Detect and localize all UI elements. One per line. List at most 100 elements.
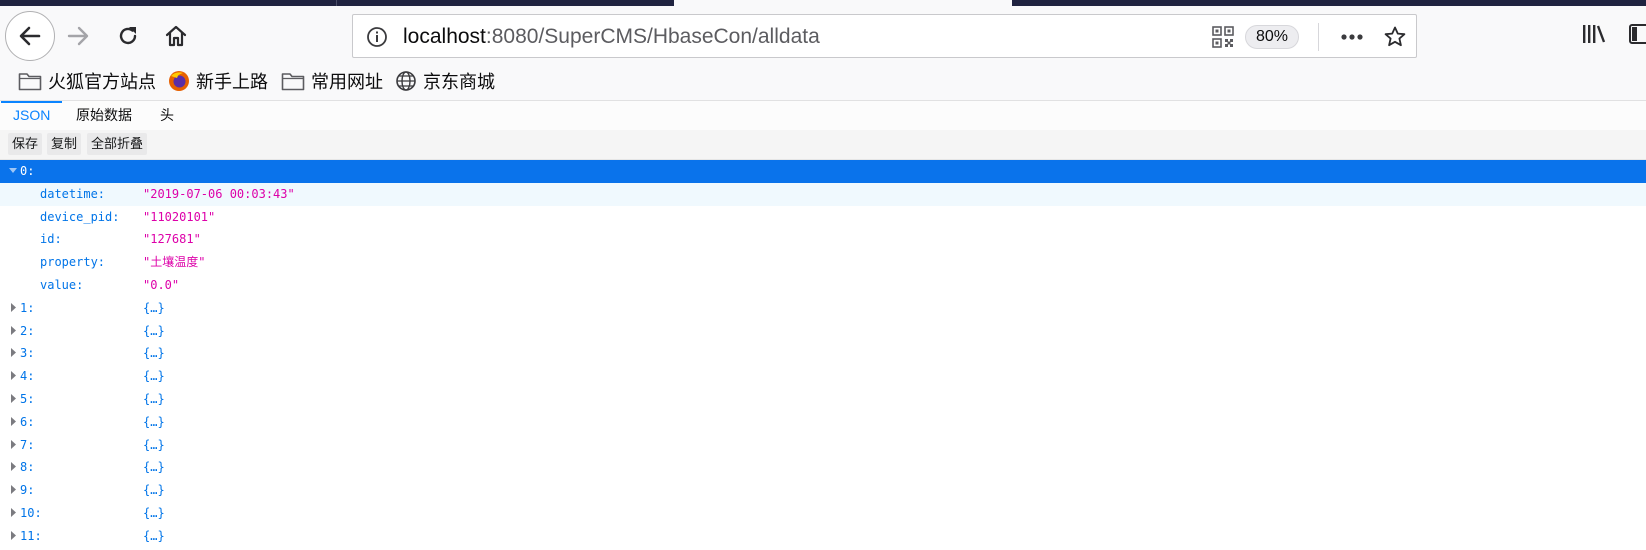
tree-row-expanded[interactable]: 0: [0,160,1646,183]
collapsed-triangle-icon[interactable] [8,297,18,319]
tree-field-row[interactable]: device_pid: "11020101" [0,205,1646,229]
tree-key: 6: [20,414,35,429]
tree-field-row[interactable]: value: "0.0" [0,273,1646,297]
tree-field-row[interactable]: datetime: "2019-07-06 00:03:43" [0,182,1646,206]
tree-row-collapsed[interactable]: 2: {…} [0,320,1646,343]
bookmarks-toolbar: 火狐官方站点 新手上路 常用网址 京东商城 [0,62,1646,101]
url-path: :8080/SuperCMS/HbaseCon/alldata [485,25,820,48]
tree-value: "2019-07-06 00:03:43" [143,186,295,201]
tree-key: property: [40,255,106,270]
json-tree: 0: datetime: "2019-07-06 00:03:43" devic… [0,160,1646,548]
tree-value: "11020101" [143,209,216,224]
tree-value: {…} [143,483,165,498]
more-icon[interactable] [1339,27,1365,47]
reload-icon [119,27,137,45]
tree-value: {…} [143,414,165,429]
tree-row-collapsed[interactable]: 8: {…} [0,456,1646,479]
collapsed-triangle-icon[interactable] [8,502,18,524]
tree-key: 2: [20,323,35,338]
tree-value: {…} [143,346,165,361]
library-icon[interactable] [1581,22,1607,46]
bookmark-label: 新手上路 [196,72,268,92]
tree-value: {…} [143,437,165,452]
bookmark-label: 常用网址 [311,72,383,92]
bookmark-jd-mall[interactable]: 京东商城 [395,66,495,96]
bookmark-folder-common-sites[interactable]: 常用网址 [281,66,383,96]
bookmark-getting-started[interactable]: 新手上路 [168,66,268,96]
url-bar[interactable]: localhost:8080/SuperCMS/HbaseCon/alldata… [352,14,1417,58]
tab-raw-data[interactable]: 原始数据 [76,101,132,130]
reload-button[interactable] [110,18,146,54]
zoom-level-button[interactable]: 80% [1245,25,1300,49]
tree-key: 3: [20,346,35,361]
tree-row-collapsed[interactable]: 10: {…} [0,502,1646,525]
tree-value: {…} [143,391,165,406]
home-button[interactable] [158,18,194,54]
tree-field-row[interactable]: property: "土壤温度" [0,251,1646,274]
home-icon [165,25,187,47]
tree-row-collapsed[interactable]: 4: {…} [0,365,1646,388]
tree-value: "0.0" [143,277,180,292]
collapse-all-button[interactable]: 全部折叠 [87,133,148,155]
info-icon[interactable] [365,25,389,49]
qr-code-icon[interactable] [1212,26,1234,48]
navigation-toolbar: localhost:8080/SuperCMS/HbaseCon/alldata… [0,6,1646,62]
tree-key: 4: [20,369,35,384]
forward-arrow-icon [67,26,89,46]
tree-row-collapsed[interactable]: 6: {…} [0,411,1646,434]
collapsed-triangle-icon[interactable] [8,388,18,410]
globe-icon [396,71,416,91]
tree-key: 8: [20,460,35,475]
collapsed-triangle-icon[interactable] [8,365,18,387]
star-icon[interactable] [1383,25,1407,49]
tree-value: "土壤温度" [143,255,206,270]
tree-key: 9: [20,483,35,498]
tree-key: id: [40,232,62,247]
collapsed-triangle-icon[interactable] [8,434,18,456]
tree-key: datetime: [40,186,106,201]
copy-button[interactable]: 复制 [47,133,82,155]
tree-row-collapsed[interactable]: 5: {…} [0,388,1646,411]
tree-key: 11: [20,528,42,543]
url-divider [1318,23,1319,51]
json-viewer-tabs: JSON 原始数据 头 [0,101,1646,131]
bookmark-label: 京东商城 [423,72,495,92]
tree-key: device_pid: [40,209,120,224]
tree-row-collapsed[interactable]: 3: {…} [0,342,1646,365]
tree-value: {…} [143,460,165,475]
tree-key: 7: [20,437,35,452]
expanded-triangle-icon[interactable] [8,160,18,182]
tree-value: {…} [143,528,165,543]
forward-button[interactable] [60,18,96,54]
save-button[interactable]: 保存 [8,133,43,155]
tree-key: 5: [20,391,35,406]
json-viewer-toolbar: 保存 复制 全部折叠 [0,130,1646,160]
collapsed-triangle-icon[interactable] [8,456,18,478]
tree-value: {…} [143,369,165,384]
tab-headers[interactable]: 头 [160,101,174,130]
collapsed-triangle-icon[interactable] [8,320,18,342]
tree-row-collapsed[interactable]: 9: {…} [0,479,1646,502]
tree-row-collapsed[interactable]: 11: {…} [0,525,1646,548]
firefox-icon [169,71,189,91]
collapsed-triangle-icon[interactable] [8,342,18,364]
back-arrow-icon [19,26,41,46]
tree-key: value: [40,277,84,292]
tree-value: "127681" [143,232,201,247]
bookmark-folder-firefox-official[interactable]: 火狐官方站点 [18,66,156,96]
collapsed-triangle-icon[interactable] [8,479,18,501]
tree-row-collapsed[interactable]: 1: {…} [0,297,1646,320]
bookmark-label: 火狐官方站点 [48,72,156,92]
tab-json[interactable]: JSON [0,101,63,130]
folder-icon [18,73,42,91]
sidebar-icon[interactable] [1628,22,1646,46]
url-host: localhost [403,25,486,48]
url-text[interactable]: localhost:8080/SuperCMS/HbaseCon/alldata [403,24,820,50]
tree-row-collapsed[interactable]: 7: {…} [0,434,1646,457]
tree-field-row[interactable]: id: "127681" [0,228,1646,252]
tree-key: 1: [20,300,35,315]
collapsed-triangle-icon[interactable] [8,525,18,547]
collapsed-triangle-icon[interactable] [8,411,18,433]
back-button[interactable] [5,11,55,61]
tree-key: 10: [20,505,42,520]
